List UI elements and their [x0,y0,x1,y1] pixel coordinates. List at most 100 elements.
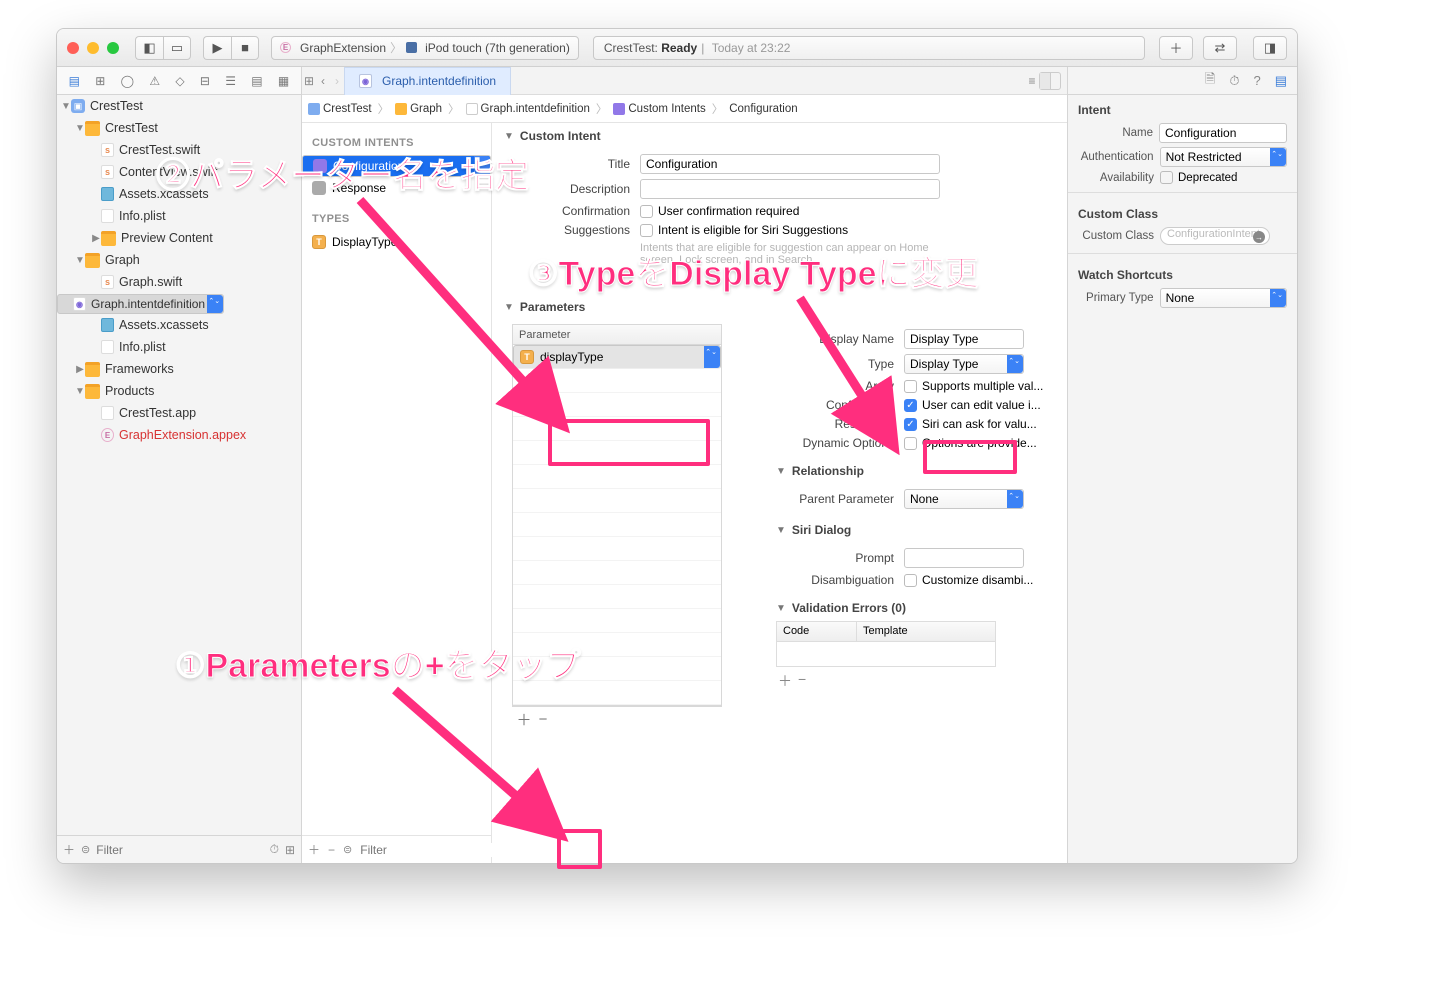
array-checkbox[interactable] [904,380,917,393]
scm-filter-icon[interactable]: ⊞ [285,843,295,857]
folder-products[interactable]: ▼Products [57,380,301,402]
toggle-debug-area-button[interactable]: ▭ [163,36,191,60]
folder-preview-content[interactable]: ▶Preview Content [57,227,301,249]
parent-parameter-select[interactable]: None [904,489,1024,509]
inspector-intent-header: Intent [1068,95,1297,121]
identity-inspector-icon[interactable]: ▤ [1275,73,1287,89]
file-plist[interactable]: Info.plist [57,336,301,358]
file-xcassets[interactable]: Assets.xcassets [57,183,301,205]
types-header: TYPES [302,199,491,231]
folder-graph[interactable]: ▼Graph [57,249,301,271]
app-icon [101,406,114,420]
insp-name-input[interactable] [1159,123,1287,143]
parameter-row[interactable]: TdisplayType [513,345,721,369]
filter-icon[interactable]: ⊜ [343,843,352,856]
intent-configuration[interactable]: Configuration [302,155,491,177]
type-displaytype[interactable]: TDisplayType [302,231,491,253]
intent-editor: ▼Custom Intent Title Description Confirm… [492,123,1067,863]
intent-response[interactable]: Response [302,177,491,199]
insp-primary-type-select[interactable]: None [1160,288,1287,308]
jump-bar[interactable]: CrestTest〉 Graph〉 Graph.intentdefinition… [302,95,1067,123]
scheme-name: GraphExtension [300,41,386,55]
add-file-button[interactable]: ＋ [63,841,75,858]
test-navigator-icon[interactable]: ⊟ [200,74,210,88]
file-plist[interactable]: Info.plist [57,205,301,227]
type-select[interactable]: Display Type [904,354,1024,374]
file-swift[interactable]: sCrestTest.swift [57,139,301,161]
project-root[interactable]: ▼▣CrestTest [57,95,301,117]
filter-scope-icon[interactable]: ⊜ [81,843,90,856]
dynamic-options-checkbox[interactable] [904,437,917,450]
inspector-selector[interactable]: 🗎 ⏱ ? ▤ [1068,67,1297,95]
assets-icon [101,318,114,332]
help-inspector-icon[interactable]: ? [1253,73,1260,88]
stop-button[interactable]: ■ [231,36,259,60]
folder-frameworks[interactable]: ▶Frameworks [57,358,301,380]
title-input[interactable] [640,154,940,174]
breakpoint-navigator-icon[interactable]: ▤ [251,74,262,88]
jump-arrow-icon[interactable]: → [1253,231,1265,243]
product-appex[interactable]: EGraphExtension.appex [57,424,301,446]
minimize-window-button[interactable] [87,42,99,54]
related-items-icon[interactable]: ⊞ [302,74,316,88]
type-icon: T [520,350,534,364]
navigator-selector[interactable]: ▤ ⊞ ◯ ⚠ ◇ ⊟ ☰ ▤ ▦ [57,67,301,95]
resolvable-checkbox[interactable]: ✓ [904,418,917,431]
add-parameter-button[interactable]: ＋ [516,709,532,730]
recent-filter-icon[interactable]: ⏱ [270,842,279,857]
swift-icon: s [101,143,114,157]
add-intent-button[interactable]: ＋ [308,841,320,858]
insp-custom-class-input[interactable]: ConfigurationIntent→ [1160,227,1270,245]
remove-validation-button[interactable]: − [798,671,806,691]
disambiguation-checkbox[interactable] [904,574,917,587]
toggle-navigator-button[interactable]: ◧ [135,36,163,60]
file-inspector-icon[interactable]: 🗎 [1205,70,1215,92]
navigator-filter[interactable] [96,843,263,857]
toggle-inspector-button[interactable]: ◨ [1253,36,1287,60]
section-siri-dialog: Siri Dialog [792,523,851,537]
add-validation-button[interactable]: ＋ [778,671,792,691]
file-swift[interactable]: sContentView.swift [57,161,301,183]
back-button[interactable]: ‹ [316,74,330,88]
window-controls[interactable] [67,42,119,54]
forward-button[interactable]: › [330,74,344,88]
product-app[interactable]: CrestTest.app [57,402,301,424]
scheme-selector[interactable]: E GraphExtension 〉 iPod touch (7th gener… [271,36,579,60]
display-name-input[interactable] [904,329,1024,349]
remove-intent-button[interactable]: − [328,843,335,857]
suggestions-checkbox[interactable] [640,224,653,237]
insp-deprecated-checkbox[interactable] [1160,171,1173,184]
report-navigator-icon[interactable]: ▦ [278,74,289,88]
file-swift[interactable]: sGraph.swift [57,271,301,293]
project-icon [308,103,320,115]
code-review-button[interactable]: ⇄ [1203,36,1237,60]
tab-active[interactable]: ◉ Graph.intentdefinition [344,67,511,95]
source-control-navigator-icon[interactable]: ⊞ [95,74,105,88]
debug-navigator-icon[interactable]: ☰ [225,74,236,88]
history-inspector-icon[interactable]: ⏱ [1229,73,1239,89]
editor-layout-toggle[interactable] [1039,72,1061,90]
add-button[interactable]: ＋ [1159,36,1193,60]
insp-auth-select[interactable]: Not Restricted [1160,147,1287,167]
file-intentdefinition[interactable]: ◉Graph.intentdefinition [57,294,224,314]
folder-cresttest[interactable]: ▼CrestTest [57,117,301,139]
remove-parameter-button[interactable]: − [535,711,551,728]
prompt-input[interactable] [904,548,1024,568]
run-button[interactable]: ▶ [203,36,231,60]
intent-list: CUSTOM INTENTS Configuration Response TY… [302,123,492,863]
find-navigator-icon[interactable]: ⚠ [149,74,160,88]
insp-primary-type-label: Primary Type [1078,292,1160,304]
description-input[interactable] [640,179,940,199]
confirmation-checkbox[interactable] [640,205,653,218]
close-window-button[interactable] [67,42,79,54]
project-navigator-icon[interactable]: ▤ [69,74,80,88]
response-icon [312,181,326,195]
editor-options-icon[interactable]: ≡ [1025,74,1039,88]
configurable-checkbox[interactable]: ✓ [904,399,917,412]
parameters-table[interactable]: Parameter TdisplayType [512,324,722,706]
project-tree[interactable]: ▼▣CrestTest ▼CrestTest sCrestTest.swift … [57,95,301,835]
zoom-window-button[interactable] [107,42,119,54]
issue-navigator-icon[interactable]: ◇ [175,74,184,88]
file-xcassets[interactable]: Assets.xcassets [57,314,301,336]
symbol-navigator-icon[interactable]: ◯ [121,74,134,88]
